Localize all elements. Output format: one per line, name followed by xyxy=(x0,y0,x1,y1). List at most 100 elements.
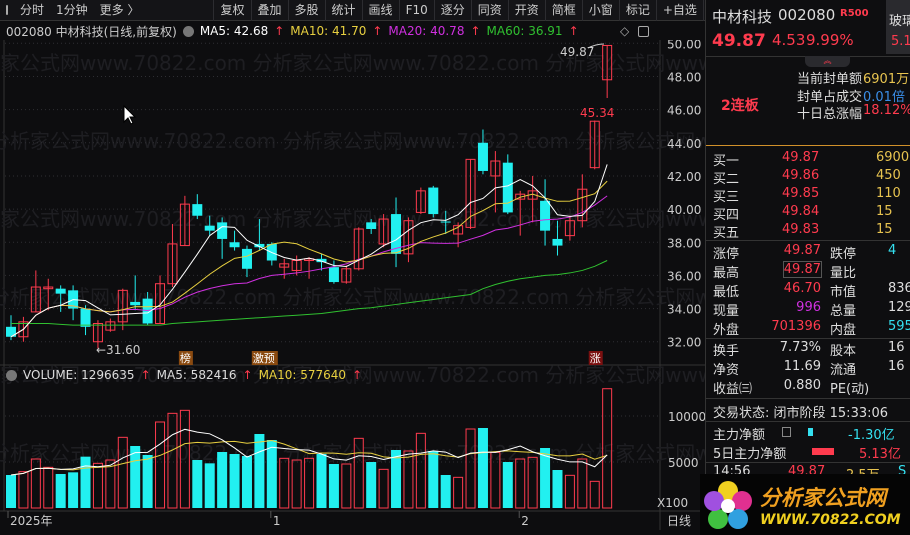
bid-label: 买一 xyxy=(713,154,740,169)
stat-label: 最低 xyxy=(713,285,740,300)
stat-label: 外盘 xyxy=(713,323,740,338)
volume-bar xyxy=(254,434,265,508)
candle-body xyxy=(192,204,203,216)
stock-code: 002080 xyxy=(778,6,836,24)
toolbar-item[interactable]: 简框 xyxy=(544,0,582,21)
main-flow-label: 主力净额 xyxy=(713,428,766,443)
stat-label: 总量 xyxy=(830,304,857,319)
y-tick-label: 38.00 xyxy=(667,236,701,250)
ma20-label: MA20: 40.78 xyxy=(388,24,465,38)
toolbar-item[interactable]: 复权 xyxy=(213,0,250,21)
up-arrow-icon: ↑ xyxy=(274,24,285,38)
toolbar-item[interactable]: +自选 xyxy=(655,0,703,21)
volume-bar xyxy=(217,451,228,508)
stat-label: 净资 xyxy=(713,363,740,378)
toolbar-item[interactable]: 多股 xyxy=(287,0,325,21)
stat-row: 现量 996 总量 129 xyxy=(706,300,910,319)
ma5-label: MA5: 42.68 xyxy=(199,24,269,38)
kline-chart[interactable]: 分析家公式网www.70822.com 分析家公式网www.70822.com … xyxy=(0,40,705,535)
window-icon[interactable] xyxy=(638,25,649,37)
ma10-label: MA10: 41.70 xyxy=(290,24,367,38)
stat-label: 内盘 xyxy=(830,323,857,338)
vol-tick-label: 10000 xyxy=(668,410,705,424)
toolbar-item[interactable]: 同资 xyxy=(470,0,508,21)
bid-price: 49.87 xyxy=(782,150,820,165)
bid-row: 买二 49.86 450 xyxy=(706,168,910,187)
bid-price: 49.84 xyxy=(782,204,820,219)
candle-body xyxy=(204,225,215,231)
y-tick-label: 34.00 xyxy=(667,303,701,317)
volume-bar xyxy=(552,470,563,508)
expand-button[interactable]: ︽ xyxy=(805,56,850,67)
ten-day-label: 十日总涨幅 xyxy=(797,107,863,122)
stat-value: 996 xyxy=(796,300,821,315)
bid-price: 49.85 xyxy=(782,186,820,201)
y-tick-label: 32.00 xyxy=(667,336,701,350)
stat-label: 市值 xyxy=(830,285,857,300)
toolbar-item[interactable]: F10 xyxy=(398,0,434,21)
flow-bar xyxy=(808,428,813,436)
candle-body xyxy=(241,248,252,269)
bid-price: 49.86 xyxy=(782,168,820,183)
stat-label: 量比 xyxy=(830,266,857,281)
bid-row: 买四 49.84 15 xyxy=(706,204,910,223)
flow-bar xyxy=(812,448,834,455)
stat-value: 49.87 xyxy=(783,243,821,258)
panel-toggle-icon[interactable] xyxy=(6,5,8,15)
event-tag-label: 榜 xyxy=(180,351,191,365)
r500-badge: R500 xyxy=(840,8,869,19)
toolbar-item[interactable]: 更多 〉 xyxy=(94,0,146,21)
stat-value: 7.73% xyxy=(779,340,821,355)
flower-logo-icon xyxy=(704,480,752,529)
toolbar-item[interactable]: 1分钟 xyxy=(50,0,94,21)
watermark-logo: 分析家公式网 WWW.70822.COM xyxy=(700,474,910,535)
y-tick-label: 46.00 xyxy=(667,104,701,118)
ma60-label: MA60: 36.91 xyxy=(486,24,563,38)
toolbar-item[interactable]: 逐分 xyxy=(433,0,471,21)
prev-price-label: 45.34 xyxy=(580,106,614,120)
y-tick-label: 36.00 xyxy=(667,269,701,283)
chart-info-bar: 002080 中材科技(日线,前复权) MA5: 42.68 ↑ MA10: 41… xyxy=(0,22,660,40)
candle-body xyxy=(540,200,551,231)
stat-value: 16 xyxy=(888,340,905,355)
volume-bar xyxy=(229,453,240,508)
vol-ma5-label: MA5: 582416 xyxy=(156,368,237,382)
neighbor-name: 玻璃 xyxy=(889,14,910,29)
toolbar-item[interactable]: 画线 xyxy=(361,0,399,21)
list-icon[interactable] xyxy=(782,427,791,437)
volume-bar xyxy=(204,463,215,508)
stat-value: 46.70 xyxy=(783,281,821,296)
stat-value: 49.87 xyxy=(782,261,823,278)
volume-bar xyxy=(391,450,402,508)
toolbar-item[interactable]: 标记 xyxy=(618,0,656,21)
up-arrow-icon: ↑ xyxy=(568,24,579,38)
bid-volume: 15 xyxy=(876,222,893,237)
five-day-flow-label: 5日主力净额 xyxy=(713,447,787,462)
toolbar-item[interactable]: 开资 xyxy=(507,0,545,21)
candle-body xyxy=(366,222,377,229)
stat-row: 涨停 49.87 跌停 4 xyxy=(706,243,910,262)
bid-row: 买五 49.83 15 xyxy=(706,222,910,241)
stat-label: 股本 xyxy=(830,344,857,359)
x-tick-label: 2025年 xyxy=(10,514,53,528)
logo-name: 分析家公式网 xyxy=(760,485,886,510)
toolbar-item[interactable]: 统计 xyxy=(324,0,362,21)
up-arrow-icon: ↑ xyxy=(470,24,481,38)
stat-label: 跌停 xyxy=(830,247,857,262)
candle-body xyxy=(80,308,91,327)
seal-amount-label: 当前封单额 xyxy=(797,72,863,87)
diamond-icon[interactable]: ◇ xyxy=(620,24,629,38)
stat-label: 换手 xyxy=(713,344,740,359)
volume-bar xyxy=(266,440,277,508)
seal-amount: 6901万 xyxy=(863,72,910,87)
toolbar-item[interactable]: 小窗 xyxy=(581,0,619,21)
settings-icon[interactable] xyxy=(182,25,194,37)
consecutive-limit-badge: 2连板 xyxy=(721,98,759,114)
collapse-icon[interactable] xyxy=(6,369,17,381)
bid-volume: 450 xyxy=(876,168,901,183)
toolbar-item[interactable]: 叠加 xyxy=(250,0,288,21)
toolbar-item[interactable]: 分时 xyxy=(14,0,50,21)
period-label: 日线 xyxy=(667,514,691,528)
pct-change: 9.99% xyxy=(806,31,854,49)
stat-value: 701396 xyxy=(771,319,821,334)
